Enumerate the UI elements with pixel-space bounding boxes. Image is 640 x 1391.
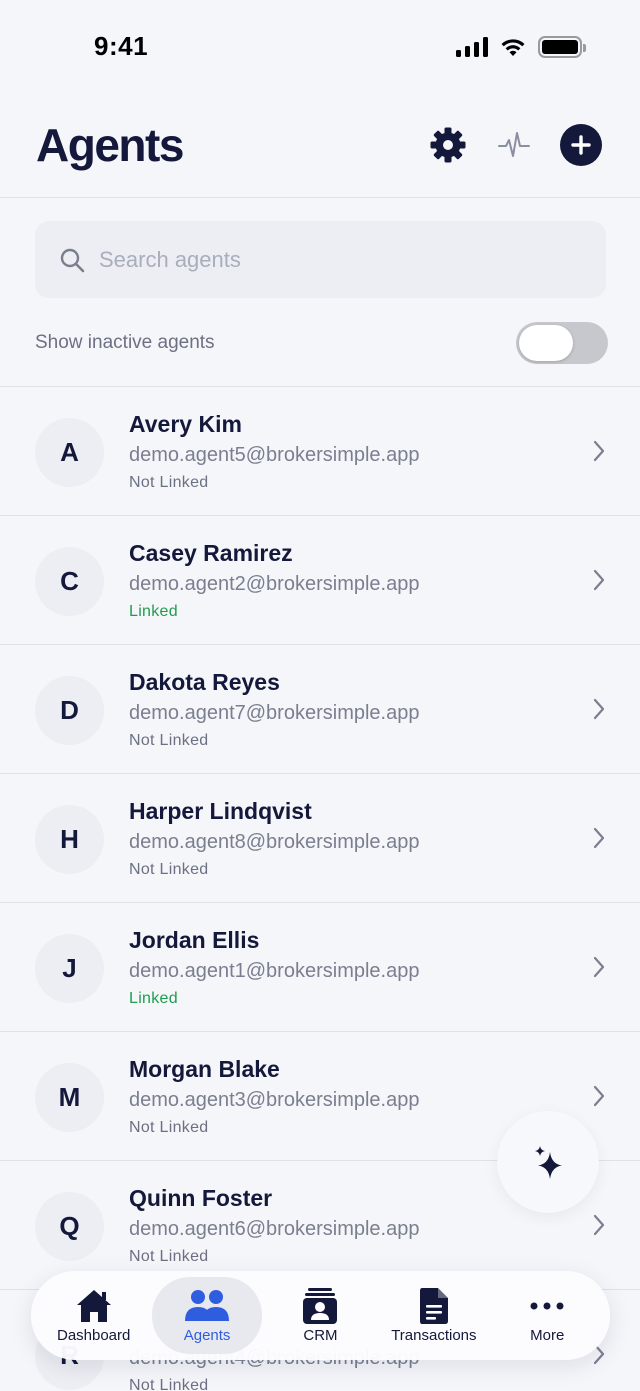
- show-inactive-toggle[interactable]: [516, 322, 608, 364]
- link-status: Not Linked: [129, 474, 209, 491]
- avatar: Q: [35, 1192, 104, 1261]
- home-icon: [76, 1290, 111, 1322]
- link-status: Linked: [129, 603, 178, 620]
- ai-assistant-button[interactable]: [497, 1111, 599, 1213]
- show-inactive-label: Show inactive agents: [35, 332, 215, 353]
- agent-email: demo.agent2@brokersimple.app: [129, 573, 420, 595]
- agent-name: Quinn Foster: [129, 1185, 273, 1211]
- avatar: A: [35, 418, 104, 487]
- agent-email: demo.agent1@brokersimple.app: [129, 960, 420, 982]
- tab-bar: Dashboard Agents CRM Transactions More: [31, 1271, 610, 1360]
- agent-email: demo.agent6@brokersimple.app: [129, 1218, 420, 1240]
- activity-button[interactable]: [494, 125, 534, 165]
- chevron-right-icon: [593, 698, 605, 720]
- ellipsis-icon: [530, 1302, 564, 1310]
- wifi-icon: [501, 39, 525, 56]
- agents-screen: 9:41 Agents Search agents Show inactive …: [0, 0, 640, 1391]
- agent-email: demo.agent7@brokersimple.app: [129, 702, 420, 724]
- tab-label: CRM: [303, 1327, 338, 1344]
- agent-row[interactable]: J Jordan Ellis demo.agent1@brokersimple.…: [0, 903, 640, 1032]
- link-status: Not Linked: [129, 732, 209, 749]
- link-status: Not Linked: [129, 1119, 209, 1136]
- agent-name: Avery Kim: [129, 411, 242, 437]
- tab-dashboard[interactable]: Dashboard: [39, 1277, 149, 1354]
- document-icon: [419, 1288, 448, 1324]
- agent-name: Morgan Blake: [129, 1056, 280, 1082]
- tab-label: More: [530, 1327, 565, 1344]
- gear-icon: [430, 127, 466, 163]
- chevron-right-icon: [593, 440, 605, 462]
- agent-row[interactable]: D Dakota Reyes demo.agent7@brokersimple.…: [0, 645, 640, 774]
- avatar: J: [35, 934, 104, 1003]
- sparkles-icon: [535, 1146, 562, 1179]
- tab-label: Agents: [183, 1327, 231, 1344]
- chevron-right-icon: [593, 1214, 605, 1236]
- status-icons: [456, 36, 586, 58]
- chevron-right-icon: [593, 956, 605, 978]
- avatar: D: [35, 676, 104, 745]
- contact-card-icon: [303, 1288, 338, 1324]
- avatar: C: [35, 547, 104, 616]
- cellular-signal-icon: [456, 37, 488, 57]
- tab-label: Dashboard: [56, 1327, 131, 1344]
- agent-row[interactable]: H Harper Lindqvist demo.agent8@brokersim…: [0, 774, 640, 903]
- settings-button[interactable]: [428, 125, 468, 165]
- agent-row[interactable]: A Avery Kim demo.agent5@brokersimple.app…: [0, 387, 640, 516]
- link-status: Not Linked: [129, 861, 209, 878]
- page-title: Agents: [36, 119, 184, 171]
- agent-list: A Avery Kim demo.agent5@brokersimple.app…: [0, 386, 640, 1391]
- agent-name: Dakota Reyes: [129, 669, 280, 695]
- battery-icon: [538, 36, 586, 58]
- link-status: Not Linked: [129, 1377, 209, 1391]
- people-icon: [185, 1290, 230, 1321]
- pulse-icon: [498, 132, 530, 157]
- avatar: M: [35, 1063, 104, 1132]
- add-agent-button[interactable]: [560, 124, 602, 166]
- header-actions: [428, 124, 602, 166]
- agent-email: demo.agent3@brokersimple.app: [129, 1089, 420, 1111]
- chevron-right-icon: [593, 569, 605, 591]
- avatar: H: [35, 805, 104, 874]
- agent-email: demo.agent8@brokersimple.app: [129, 831, 420, 853]
- plus-icon: [571, 135, 591, 155]
- agent-name: Harper Lindqvist: [129, 798, 312, 824]
- agent-name: Jordan Ellis: [129, 927, 260, 953]
- chevron-right-icon: [593, 827, 605, 849]
- search-input[interactable]: [99, 246, 569, 273]
- tab-label: Transactions: [391, 1327, 477, 1344]
- tab-transactions[interactable]: Transactions: [379, 1277, 489, 1354]
- header: Agents: [0, 96, 640, 198]
- tab-agents[interactable]: Agents: [152, 1277, 263, 1354]
- search-box[interactable]: [35, 221, 606, 298]
- chevron-right-icon: [593, 1085, 605, 1107]
- toggle-knob: [519, 325, 573, 361]
- link-status: Not Linked: [129, 1248, 209, 1265]
- status-bar: 9:41: [0, 0, 640, 96]
- tab-crm[interactable]: CRM: [265, 1277, 375, 1354]
- search-icon: [60, 248, 85, 272]
- tab-more[interactable]: More: [492, 1277, 602, 1354]
- agent-name: Casey Ramirez: [129, 540, 293, 566]
- status-time: 9:41: [94, 31, 149, 61]
- link-status: Linked: [129, 990, 178, 1007]
- show-inactive-row: Show inactive agents: [35, 320, 608, 366]
- agent-email: demo.agent5@brokersimple.app: [129, 444, 420, 466]
- agent-row[interactable]: C Casey Ramirez demo.agent2@brokersimple…: [0, 516, 640, 645]
